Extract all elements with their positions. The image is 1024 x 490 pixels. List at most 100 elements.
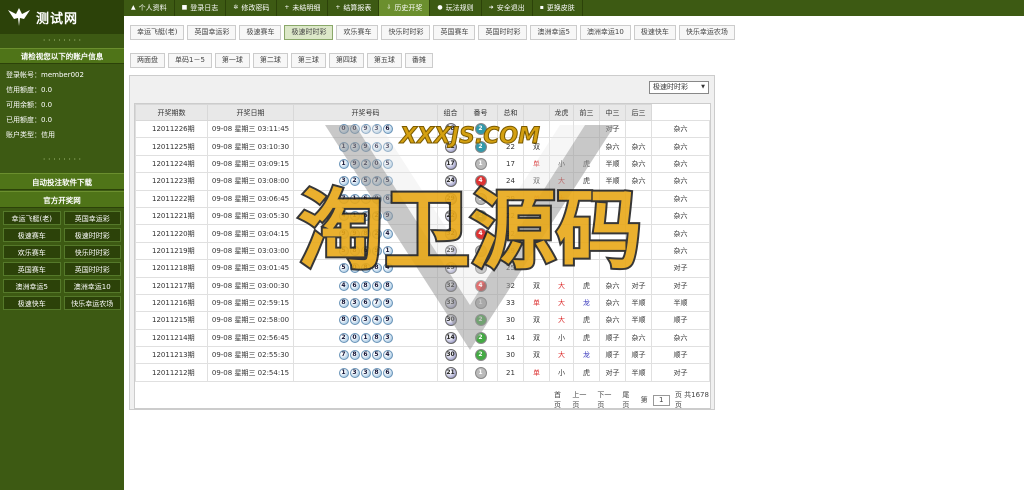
game-tab[interactable]: 英国时时彩 <box>478 24 528 40</box>
number-ball: 3 <box>349 367 360 378</box>
auto-bet-download-button[interactable]: 自动投注软件下载 <box>0 173 124 190</box>
number-ball: 8 <box>371 332 382 343</box>
official-game-link[interactable]: 澳洲幸运5 <box>3 279 61 293</box>
q3-cell <box>599 206 626 226</box>
official-game-link[interactable]: 快乐时时彩 <box>63 245 121 259</box>
game-tab[interactable]: 极速快车 <box>633 24 676 40</box>
column-header <box>523 104 550 121</box>
game-tab[interactable]: 极速时时彩 <box>284 24 334 40</box>
sum-cell: 29 <box>497 189 524 208</box>
z3-cell <box>625 241 652 261</box>
game-tab[interactable]: 欢乐赛车 <box>336 24 379 40</box>
big-small-cell <box>549 206 574 226</box>
game-tab[interactable]: 澳洲幸运5 <box>530 24 577 40</box>
game-select[interactable]: 极速时时彩 ▼ <box>649 81 709 94</box>
nav-item-plus[interactable]: + 未结明细 <box>277 0 329 16</box>
bet-type-tab[interactable]: 第一球 <box>214 52 250 68</box>
official-games-grid: 幸运飞艇(老) 英国幸运彩 极速赛车 极速时时彩 欢乐赛车 快乐时时彩 英国赛车 英国时时彩澳… <box>0 208 124 313</box>
nav-item-skin[interactable]: ▪ 更换皮肤 <box>533 0 583 16</box>
official-game-link[interactable]: 欢乐赛车 <box>3 245 61 259</box>
number-ball: 9 <box>360 141 371 152</box>
game-tab[interactable]: 澳洲幸运10 <box>579 24 631 40</box>
code-ball: 1 <box>474 244 487 257</box>
combo-cell: 14 <box>437 328 464 348</box>
code-cell: 2 <box>463 311 498 330</box>
sidebar: 测试网 · · · · · · · · 请检视您以下的账户信息 登录帐号：mem… <box>0 0 124 490</box>
number-ball: 5 <box>338 263 349 274</box>
odd-even-cell: 单 <box>523 363 550 382</box>
nav-item-plus[interactable]: + 结算报表 <box>328 0 380 16</box>
period-cell: 12011220期 <box>135 224 208 243</box>
nav-item-history[interactable]: ⇩ 历史开奖 <box>379 0 431 16</box>
nav-item-logout[interactable]: ➜ 安全退出 <box>482 0 533 16</box>
dragon-tiger-cell <box>573 206 600 226</box>
sum-cell: 30 <box>497 346 524 365</box>
dragon-tiger-cell <box>573 189 600 208</box>
period-cell: 12011219期 <box>135 241 208 261</box>
h3-cell: 杂六 <box>651 172 710 191</box>
code-ball: 2 <box>474 123 487 136</box>
odd-even-cell: 双 <box>523 172 550 191</box>
big-small-cell <box>549 137 574 156</box>
first-page-link[interactable]: 首页 <box>554 390 567 410</box>
prev-page-link[interactable]: 上一页 <box>572 390 592 410</box>
numbers-cell: 71696 <box>293 189 438 208</box>
number-ball: 6 <box>382 124 393 135</box>
official-game-link[interactable]: 英国赛车 <box>3 262 61 276</box>
official-game-link[interactable]: 快乐幸运农场 <box>63 296 121 310</box>
game-tab[interactable]: 快乐时时彩 <box>381 24 431 40</box>
next-page-link[interactable]: 下一页 <box>597 390 617 410</box>
official-game-link[interactable]: 澳洲幸运10 <box>63 279 121 293</box>
period-cell: 12011218期 <box>135 259 208 278</box>
official-game-link[interactable]: 英国时时彩 <box>63 262 121 276</box>
number-ball: 3 <box>349 298 360 309</box>
h3-cell: 顺子 <box>651 311 710 330</box>
bet-type-tab[interactable]: 单码1－5 <box>168 52 212 68</box>
bet-type-tab[interactable]: 第三球 <box>290 52 326 68</box>
z3-cell <box>625 119 652 139</box>
dragon-tiger-cell: 虎 <box>573 363 600 382</box>
bet-type-tab[interactable]: 第五球 <box>366 52 402 68</box>
last-page-link[interactable]: 尾页 <box>622 390 635 410</box>
logo[interactable]: 测试网 <box>0 0 124 34</box>
big-small-cell: 大 <box>549 311 574 330</box>
combo-ball: 30 <box>444 349 457 362</box>
official-game-link[interactable]: 英国幸运彩 <box>63 211 121 225</box>
bet-type-tab[interactable]: 第四球 <box>328 52 364 68</box>
combo-cell: 22 <box>437 137 464 156</box>
number-ball: 8 <box>338 315 349 326</box>
account-label: 可用余额： <box>6 101 41 109</box>
period-cell: 12011223期 <box>135 172 208 191</box>
page-number-input[interactable]: 1 <box>652 394 670 406</box>
account-label: 已用额度： <box>6 116 41 124</box>
nav-item-log[interactable]: ■ 登录日志 <box>175 0 227 16</box>
nav-label: 安全退出 <box>496 4 525 12</box>
game-tab[interactable]: 英国幸运彩 <box>187 24 237 40</box>
q3-cell: 半顺 <box>599 154 626 174</box>
column-header: 前三 <box>573 104 600 121</box>
code-cell: 4 <box>463 224 498 243</box>
bet-type-tab[interactable]: 第二球 <box>252 52 288 68</box>
game-tab[interactable]: 极速赛车 <box>239 24 282 40</box>
code-cell: 1 <box>463 189 498 208</box>
game-tab[interactable]: 英国赛车 <box>433 24 476 40</box>
official-game-link[interactable]: 极速时时彩 <box>63 228 121 242</box>
nav-item-user[interactable]: ▲ 个人资料 <box>124 0 175 16</box>
bet-type-tab[interactable]: 两面盘 <box>130 52 165 68</box>
number-ball: 2 <box>371 228 382 239</box>
bet-type-tab[interactable]: 番摊 <box>404 52 433 68</box>
page-prefix: 第 <box>640 396 648 404</box>
official-game-link[interactable]: 极速赛车 <box>3 228 61 242</box>
nav-item-info[interactable]: ● 玩法规则 <box>430 0 482 16</box>
game-tab[interactable]: 幸运飞艇(老) <box>130 24 185 40</box>
column-header: 组合 <box>437 104 464 121</box>
sum-cell: 32 <box>497 276 524 295</box>
code-ball: 4 <box>474 175 487 188</box>
official-game-link[interactable]: 幸运飞艇(老) <box>3 211 61 225</box>
period-cell: 12011216期 <box>135 293 208 313</box>
official-game-link[interactable]: 极速快车 <box>3 296 61 310</box>
number-ball: 8 <box>360 280 371 291</box>
nav-item-gear[interactable]: ✲ 修改密码 <box>226 0 278 16</box>
game-tab[interactable]: 快乐幸运农场 <box>678 24 735 40</box>
number-ball: 8 <box>371 263 382 274</box>
